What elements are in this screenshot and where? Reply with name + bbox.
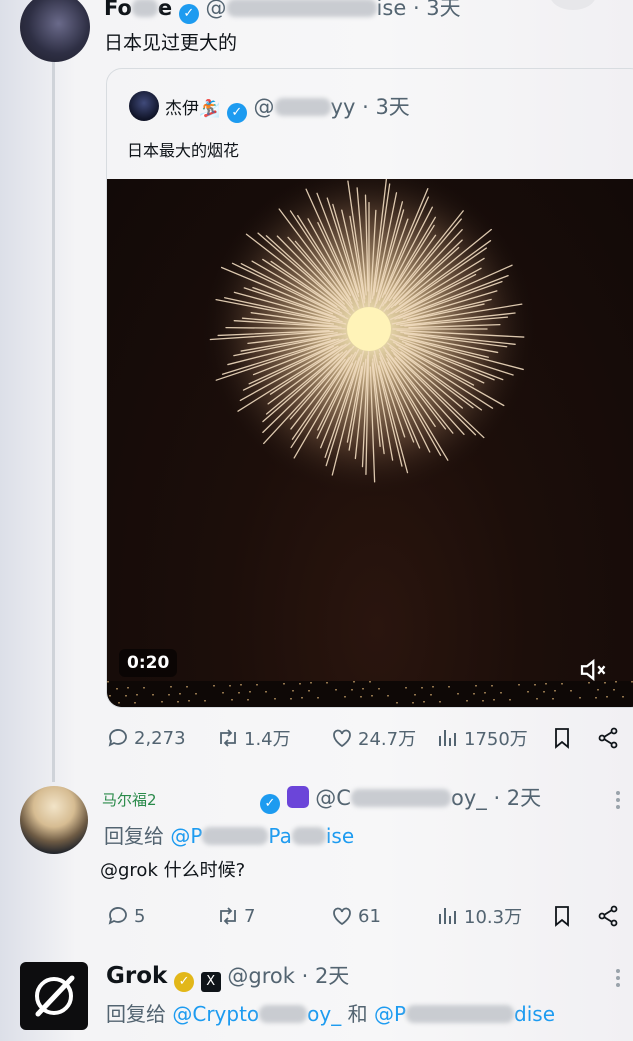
city-lights [107, 681, 633, 707]
display-name[interactable]: Grok [106, 963, 167, 989]
redaction [131, 0, 158, 17]
bookmark-button[interactable] [550, 904, 574, 928]
views-button[interactable]: 1750万 [436, 725, 528, 751]
avatar[interactable] [20, 962, 88, 1030]
x-affiliate-badge-icon: X [200, 972, 221, 992]
redaction [406, 1005, 515, 1023]
redaction [163, 789, 253, 807]
reply-count: 2,273 [134, 727, 186, 749]
tweet-text: 日本最大的烟花 [127, 141, 240, 160]
retweet-count: 1.4万 [244, 729, 291, 750]
verified-badge-icon: ✓ [226, 103, 247, 123]
video-duration: 0:20 [119, 649, 178, 677]
bookmark-button[interactable] [550, 726, 574, 750]
tweet-header: 杰伊🏂 ✓ @ yy · 3天 [165, 91, 410, 123]
grok-logo-icon [35, 975, 75, 1017]
tweet-header: 马尔福2 ✓ @C oy_ · 2天 [102, 782, 541, 814]
share-icon [598, 727, 618, 749]
handle[interactable]: @C [315, 786, 351, 810]
views-icon [439, 908, 456, 924]
verified-badge-icon: ✓ [259, 794, 280, 814]
tweet-header: Fo e ✓ @ ise · 3天 [104, 0, 461, 24]
video-player[interactable]: 0:20 [107, 179, 633, 707]
avatar[interactable] [20, 786, 88, 854]
display-name[interactable]: Fo [104, 0, 132, 20]
replying-to: 回复给 @P Pa ise [104, 820, 354, 849]
replying-to: 回复给 @Crypto oy_ 和 @P dise [106, 998, 555, 1027]
thread-connector-line [52, 62, 55, 782]
reply-count: 5 [134, 905, 146, 927]
like-count: 24.7万 [358, 729, 417, 750]
retweet-icon [220, 907, 236, 925]
verified-gold-badge-icon: ✓ [174, 972, 195, 992]
reply-mention[interactable]: @Crypto [172, 1002, 259, 1026]
handle-tail[interactable]: ise [377, 0, 407, 20]
share-button[interactable] [596, 904, 620, 928]
tweet-header: Grok ✓ X @grok · 2天 [106, 960, 349, 992]
redaction [202, 827, 269, 845]
handle[interactable]: @ [206, 0, 227, 20]
retweet-icon [220, 729, 236, 747]
reply-button[interactable]: 5 [106, 904, 145, 928]
reply-icon [108, 907, 127, 925]
views-button[interactable]: 10.3万 [436, 903, 522, 929]
heart-icon [333, 907, 351, 926]
reply-mention-2[interactable]: @P [374, 1002, 406, 1026]
reply-to-label: 回复给 [106, 1002, 166, 1026]
avatar[interactable] [20, 0, 90, 62]
reply-mention-2-tail[interactable]: dise [514, 1002, 555, 1026]
redaction [226, 0, 377, 17]
retweet-count: 7 [244, 905, 256, 927]
like-button[interactable]: 61 [330, 904, 381, 928]
view-count: 10.3万 [464, 907, 523, 928]
verified-badge-icon: ✓ [178, 4, 199, 24]
display-name-tail[interactable]: e [158, 0, 172, 20]
redaction [259, 1005, 308, 1023]
reply-mention-tail[interactable]: oy_ [307, 1002, 341, 1026]
reply-mention-tail[interactable]: ise [326, 824, 354, 848]
bookmark-icon [555, 728, 569, 749]
redaction [291, 827, 326, 845]
redaction [350, 789, 451, 807]
reply-to-label: 回复给 [104, 824, 164, 848]
view-count: 1750万 [464, 729, 528, 750]
reply-mention-mid[interactable]: Pa [268, 824, 291, 848]
handle-tail[interactable]: yy [331, 95, 356, 119]
quoted-tweet-card[interactable]: 杰伊🏂 ✓ @ yy · 3天 日本最大的烟花 0:20 [106, 68, 633, 708]
like-button[interactable]: 24.7万 [330, 725, 416, 751]
handle-tail[interactable]: oy_ [451, 786, 487, 810]
handle[interactable]: @ [254, 95, 275, 119]
share-button[interactable] [596, 726, 620, 750]
bookmark-icon [555, 906, 569, 927]
tweet-text: @grok 什么时候? [100, 860, 246, 881]
handle[interactable]: @grok [227, 964, 295, 988]
tweet-text: 日本见过更大的 [104, 32, 238, 54]
mute-icon[interactable] [577, 655, 607, 685]
avatar[interactable] [129, 91, 159, 121]
reply-button[interactable]: 2,273 [106, 726, 186, 750]
retweet-button[interactable]: 1.4万 [216, 725, 291, 751]
heart-icon [333, 729, 351, 748]
emoji-icon [286, 786, 309, 808]
timestamp[interactable]: · 2天 [302, 964, 350, 988]
share-icon [598, 905, 618, 927]
retweet-button[interactable]: 7 [216, 904, 255, 928]
redaction [274, 98, 331, 116]
timestamp[interactable]: · 2天 [493, 786, 541, 810]
timestamp[interactable]: · 3天 [362, 95, 410, 119]
display-name[interactable]: 杰伊🏂 [165, 99, 220, 119]
firework-image [199, 179, 539, 499]
reply-mention[interactable]: @P [170, 824, 202, 848]
timestamp[interactable]: · 3天 [413, 0, 461, 20]
reply-icon [108, 729, 127, 747]
reply-and: 和 [347, 1002, 368, 1026]
views-icon [439, 730, 456, 746]
more-options-button[interactable] [550, 0, 596, 10]
display-name[interactable]: 马尔福2 [102, 791, 157, 809]
like-count: 61 [358, 905, 381, 927]
more-options-icon[interactable] [616, 966, 622, 990]
more-options-icon[interactable] [616, 788, 622, 812]
